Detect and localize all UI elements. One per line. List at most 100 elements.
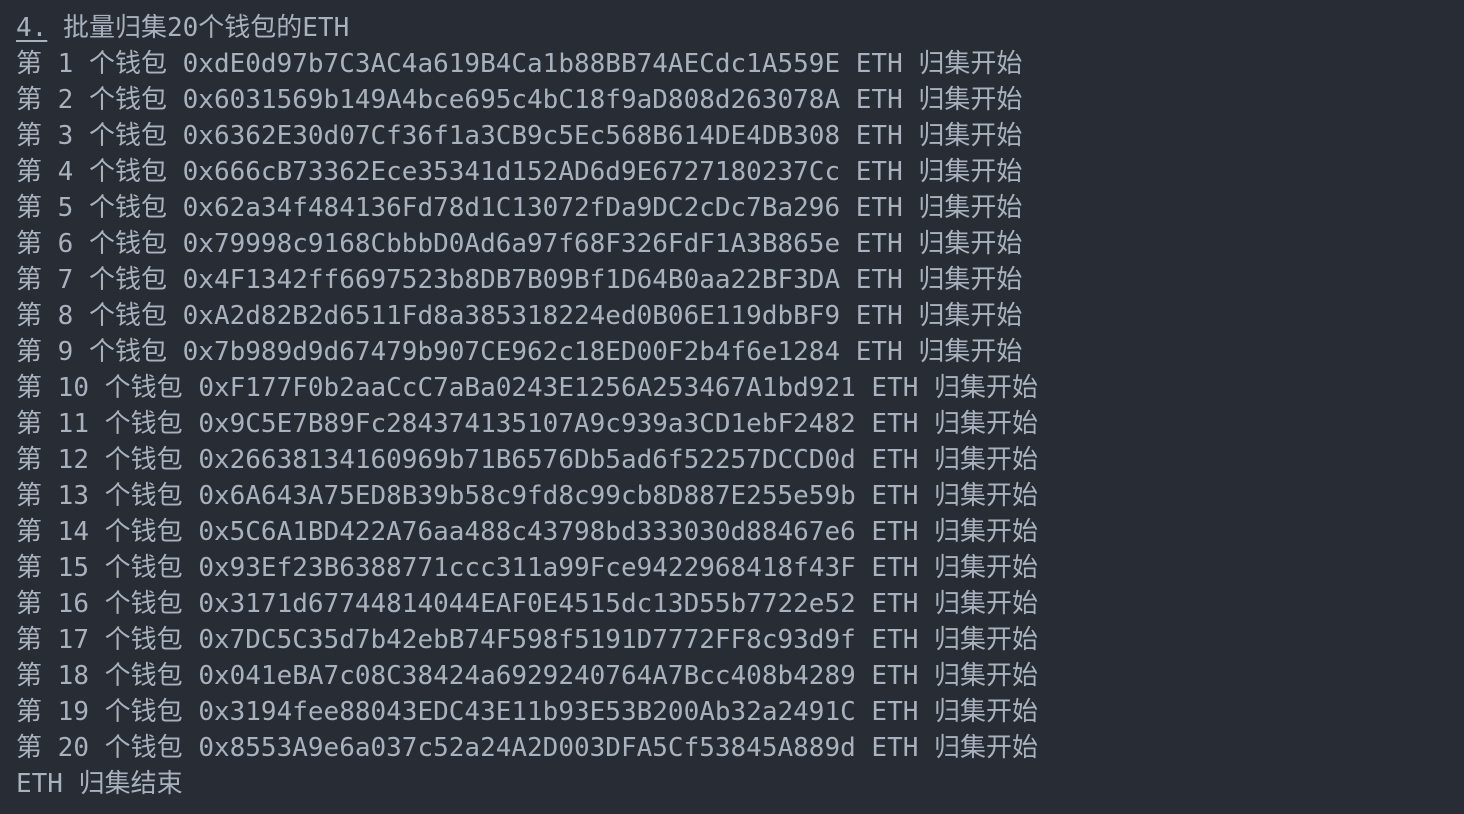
wallet-log-line: 第 16 个钱包 0x3171d67744814044EAF0E4515dc13… bbox=[16, 586, 1464, 622]
wallet-unit: 个钱包 bbox=[104, 589, 183, 619]
section-number: 4. bbox=[16, 13, 48, 43]
wallet-index: 14 bbox=[57, 517, 89, 547]
wallet-token: ETH bbox=[871, 733, 919, 763]
wallet-log-line: 第 12 个钱包 0x26638134160969b71B6576Db5ad6f… bbox=[16, 442, 1464, 478]
wallet-index: 5 bbox=[57, 193, 74, 223]
wallet-token: ETH bbox=[871, 409, 919, 439]
wallet-unit: 个钱包 bbox=[88, 265, 167, 295]
wallet-unit: 个钱包 bbox=[104, 445, 183, 475]
wallet-status: 归集开始 bbox=[918, 49, 1023, 79]
wallet-unit: 个钱包 bbox=[104, 517, 183, 547]
wallet-log-line: 第 5 个钱包 0x62a34f484136Fd78d1C13072fDa9DC… bbox=[16, 190, 1464, 226]
section-title: 4. 批量归集20个钱包的ETH bbox=[16, 10, 1464, 46]
wallet-address: 0xF177F0b2aaCcC7aBa0243E1256A253467A1bd9… bbox=[198, 373, 856, 403]
wallet-prefix: 第 bbox=[16, 301, 43, 331]
wallet-address: 0x041eBA7c08C38424a6929240764A7Bcc408b42… bbox=[198, 661, 856, 691]
wallet-log-line: 第 4 个钱包 0x666cB73362Ece35341d152AD6d9E67… bbox=[16, 154, 1464, 190]
wallet-unit: 个钱包 bbox=[104, 409, 183, 439]
wallet-unit: 个钱包 bbox=[104, 661, 183, 691]
wallet-status: 归集开始 bbox=[918, 337, 1023, 367]
wallet-log-line: 第 20 个钱包 0x8553A9e6a037c52a24A2D003DFA5C… bbox=[16, 730, 1464, 766]
wallet-address: 0xA2d82B2d6511Fd8a385318224ed0B06E119dbB… bbox=[182, 301, 841, 331]
wallet-index: 3 bbox=[57, 121, 74, 151]
wallet-address: 0x3194fee88043EDC43E11b93E53B200Ab32a249… bbox=[198, 697, 856, 727]
wallet-token: ETH bbox=[855, 337, 903, 367]
wallet-unit: 个钱包 bbox=[88, 157, 167, 187]
wallet-unit: 个钱包 bbox=[104, 697, 183, 727]
wallet-prefix: 第 bbox=[16, 553, 43, 583]
wallet-log-line: 第 14 个钱包 0x5C6A1BD422A76aa488c43798bd333… bbox=[16, 514, 1464, 550]
wallet-log-list: 第 1 个钱包 0xdE0d97b7C3AC4a619B4Ca1b88BB74A… bbox=[16, 46, 1464, 766]
wallet-status: 归集开始 bbox=[918, 157, 1023, 187]
wallet-index: 8 bbox=[57, 301, 74, 331]
wallet-index: 11 bbox=[57, 409, 89, 439]
wallet-prefix: 第 bbox=[16, 49, 43, 79]
wallet-unit: 个钱包 bbox=[104, 733, 183, 763]
wallet-log-line: 第 1 个钱包 0xdE0d97b7C3AC4a619B4Ca1b88BB74A… bbox=[16, 46, 1464, 82]
wallet-token: ETH bbox=[871, 481, 919, 511]
wallet-unit: 个钱包 bbox=[88, 49, 167, 79]
wallet-unit: 个钱包 bbox=[104, 373, 183, 403]
wallet-status: 归集开始 bbox=[918, 301, 1023, 331]
wallet-unit: 个钱包 bbox=[88, 193, 167, 223]
wallet-status: 归集开始 bbox=[918, 85, 1023, 115]
wallet-index: 16 bbox=[57, 589, 89, 619]
wallet-status: 归集开始 bbox=[918, 265, 1023, 295]
wallet-index: 6 bbox=[57, 229, 74, 259]
wallet-unit: 个钱包 bbox=[88, 121, 167, 151]
wallet-log-line: 第 13 个钱包 0x6A643A75ED8B39b58c9fd8c99cb8D… bbox=[16, 478, 1464, 514]
wallet-unit: 个钱包 bbox=[104, 481, 183, 511]
wallet-index: 17 bbox=[57, 625, 89, 655]
wallet-index: 15 bbox=[57, 553, 89, 583]
section-heading: 批量归集20个钱包的ETH bbox=[62, 13, 350, 43]
wallet-status: 归集开始 bbox=[918, 121, 1023, 151]
wallet-token: ETH bbox=[855, 229, 903, 259]
wallet-log-line: 第 15 个钱包 0x93Ef23B6388771ccc311a99Fce942… bbox=[16, 550, 1464, 586]
wallet-address: 0x6362E30d07Cf36f1a3CB9c5Ec568B614DE4DB3… bbox=[182, 121, 841, 151]
wallet-prefix: 第 bbox=[16, 733, 43, 763]
wallet-status: 归集开始 bbox=[918, 193, 1023, 223]
wallet-prefix: 第 bbox=[16, 409, 43, 439]
terminal-output: 4. 批量归集20个钱包的ETH 第 1 个钱包 0xdE0d97b7C3AC4… bbox=[0, 0, 1464, 814]
wallet-prefix: 第 bbox=[16, 121, 43, 151]
wallet-prefix: 第 bbox=[16, 85, 43, 115]
wallet-index: 9 bbox=[57, 337, 74, 367]
wallet-prefix: 第 bbox=[16, 265, 43, 295]
wallet-address: 0x26638134160969b71B6576Db5ad6f52257DCCD… bbox=[198, 445, 856, 475]
wallet-index: 10 bbox=[57, 373, 89, 403]
wallet-address: 0x8553A9e6a037c52a24A2D003DFA5Cf53845A88… bbox=[198, 733, 856, 763]
wallet-token: ETH bbox=[871, 661, 919, 691]
wallet-address: 0x62a34f484136Fd78d1C13072fDa9DC2cDc7Ba2… bbox=[182, 193, 841, 223]
wallet-address: 0x79998c9168CbbbD0Ad6a97f68F326FdF1A3B86… bbox=[182, 229, 841, 259]
wallet-status: 归集开始 bbox=[934, 481, 1039, 511]
wallet-index: 20 bbox=[57, 733, 89, 763]
wallet-prefix: 第 bbox=[16, 373, 43, 403]
wallet-log-line: 第 9 个钱包 0x7b989d9d67479b907CE962c18ED00F… bbox=[16, 334, 1464, 370]
wallet-unit: 个钱包 bbox=[104, 553, 183, 583]
wallet-status: 归集开始 bbox=[934, 661, 1039, 691]
wallet-index: 12 bbox=[57, 445, 89, 475]
wallet-token: ETH bbox=[871, 517, 919, 547]
wallet-address: 0x6031569b149A4bce695c4bC18f9aD808d26307… bbox=[182, 85, 841, 115]
wallet-status: 归集开始 bbox=[934, 517, 1039, 547]
wallet-token: ETH bbox=[855, 49, 903, 79]
wallet-prefix: 第 bbox=[16, 481, 43, 511]
wallet-prefix: 第 bbox=[16, 661, 43, 691]
wallet-address: 0x5C6A1BD422A76aa488c43798bd333030d88467… bbox=[198, 517, 856, 547]
wallet-token: ETH bbox=[871, 697, 919, 727]
footer-status: 归集结束 bbox=[78, 769, 183, 799]
wallet-token: ETH bbox=[871, 625, 919, 655]
wallet-token: ETH bbox=[871, 553, 919, 583]
wallet-index: 4 bbox=[57, 157, 74, 187]
wallet-address: 0x666cB73362Ece35341d152AD6d9E6727180237… bbox=[182, 157, 841, 187]
wallet-unit: 个钱包 bbox=[104, 625, 183, 655]
wallet-address: 0x7b989d9d67479b907CE962c18ED00F2b4f6e12… bbox=[182, 337, 841, 367]
wallet-status: 归集开始 bbox=[934, 373, 1039, 403]
wallet-log-line: 第 3 个钱包 0x6362E30d07Cf36f1a3CB9c5Ec568B6… bbox=[16, 118, 1464, 154]
wallet-token: ETH bbox=[855, 121, 903, 151]
wallet-prefix: 第 bbox=[16, 445, 43, 475]
wallet-log-line: 第 10 个钱包 0xF177F0b2aaCcC7aBa0243E1256A25… bbox=[16, 370, 1464, 406]
wallet-status: 归集开始 bbox=[934, 409, 1039, 439]
wallet-token: ETH bbox=[855, 157, 903, 187]
wallet-prefix: 第 bbox=[16, 697, 43, 727]
